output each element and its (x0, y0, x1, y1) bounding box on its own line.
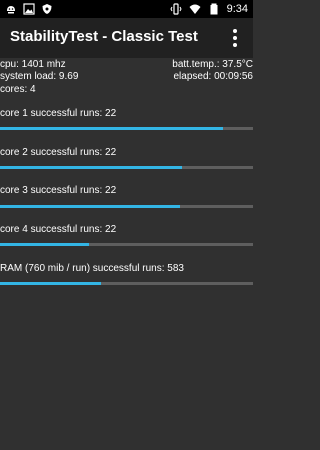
system-load: system load: 9.69 (0, 71, 79, 82)
cpu-frequency: cpu: 1401 mhz (0, 59, 66, 70)
overflow-menu-button[interactable] (223, 26, 247, 50)
progress-bar-core-1 (0, 127, 253, 130)
overflow-menu-icon (233, 43, 237, 47)
progress-fill (0, 282, 102, 285)
status-bar-system: 9:34 (170, 2, 248, 16)
shield-icon (42, 4, 52, 14)
test-label-core-2: core 2 successful runs: 22 (0, 147, 117, 158)
android-debug-icon (7, 6, 15, 14)
progress-fill (0, 205, 180, 208)
status-bar-notifications (5, 3, 53, 15)
elapsed-time: elapsed: 00:09:56 (173, 71, 253, 82)
progress-fill (0, 166, 183, 169)
progress-fill (0, 127, 223, 130)
progress-bar-core-2 (0, 166, 253, 169)
status-bar: 9:34 (0, 0, 253, 18)
test-label-ram: RAM (760 mib / run) successful runs: 583 (0, 263, 184, 274)
overflow-menu-icon (233, 36, 237, 40)
core-count: cores: 4 (0, 84, 36, 95)
page-title: StabilityTest - Classic Test (10, 28, 198, 45)
progress-bar-core-3 (0, 205, 253, 208)
progress-bar-core-4 (0, 243, 253, 246)
progress-bar-ram (0, 282, 253, 285)
wifi-icon (189, 4, 201, 14)
progress-fill (0, 243, 89, 246)
image-icon (23, 3, 35, 15)
app-bar: StabilityTest - Classic Test (0, 18, 253, 58)
test-label-core-1: core 1 successful runs: 22 (0, 108, 117, 119)
vibrate-icon (170, 3, 182, 15)
overflow-menu-icon (233, 29, 237, 33)
test-label-core-3: core 3 successful runs: 22 (0, 185, 117, 196)
battery-icon (210, 3, 218, 15)
status-bar-clock: 9:34 (226, 3, 248, 15)
battery-temperature: batt.temp.: 37.5°C (172, 59, 253, 70)
test-label-core-4: core 4 successful runs: 22 (0, 224, 117, 235)
